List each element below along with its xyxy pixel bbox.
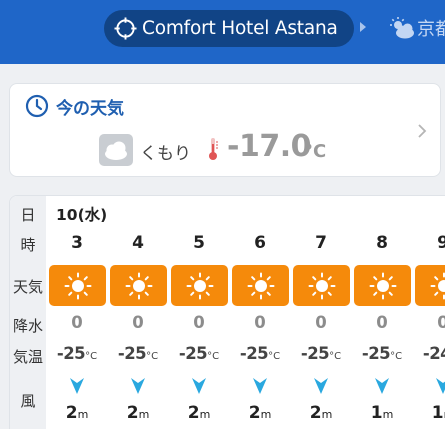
forecast-temp: -25°C <box>353 344 411 363</box>
wind-direction-arrow-icon <box>70 378 84 394</box>
row-label-precip: 降水 <box>12 317 43 335</box>
forecast-wind-unit: m <box>138 408 150 421</box>
current-condition: くもり <box>140 144 191 164</box>
forecast-hour: 4 <box>132 233 144 253</box>
forecast-hour: 3 <box>71 233 83 253</box>
location-selector[interactable]: Comfort Hotel Astana <box>104 10 354 47</box>
row-label-wind: 風 <box>20 392 36 410</box>
forecast-wind-unit: m <box>199 408 211 421</box>
forecast-temp-value: -25 <box>300 344 330 363</box>
forecast-hour: 7 <box>315 233 327 253</box>
forecast-precip: 0 <box>414 313 445 332</box>
row-label-date: 日 <box>20 206 36 224</box>
forecast-precip: 0 <box>71 313 83 332</box>
forecast-wind: 2m <box>231 403 289 423</box>
forecast-temp-value: -24 <box>422 344 445 363</box>
row-label-weather: 天気 <box>12 278 43 296</box>
forecast-wind-value: 2 <box>126 403 139 423</box>
forecast-hour: 9 <box>414 233 445 253</box>
forecast-date: 10(水) <box>56 206 108 224</box>
forecast-wind-value: 2 <box>309 403 322 423</box>
forecast-wind-value: 1 <box>370 403 383 423</box>
forecast-wind: 2m <box>292 403 350 423</box>
hourly-forecast-table[interactable]: 日 時 天気 降水 気温 風 10(水) 3 0 -25°C 2m 4 0 -25°C 2m 5… <box>9 195 445 429</box>
forecast-temp-value: -25 <box>56 344 86 363</box>
forecast-wind-unit: m <box>382 408 394 421</box>
wind-direction-arrow-icon <box>131 378 145 394</box>
forecast-wind-unit: m <box>321 408 333 421</box>
forecast-precip: 0 <box>193 313 205 332</box>
forecast-temp-value: -25 <box>117 344 147 363</box>
current-temperature: -17.0 <box>227 129 311 164</box>
forecast-temp-value: -25 <box>361 344 391 363</box>
forecast-temp-unit: °C <box>268 351 281 362</box>
forecast-wind: 2m <box>109 403 167 423</box>
forecast-temp-unit: °C <box>207 351 220 362</box>
forecast-temp-unit: °C <box>146 351 159 362</box>
forecast-temp-value: -25 <box>239 344 269 363</box>
sun-icon <box>415 265 445 306</box>
current-weather-card[interactable]: 今の天気 くもり -17.0 °C <box>9 83 441 177</box>
forecast-temp: -25°C <box>231 344 289 363</box>
forecast-temp-unit: °C <box>390 351 403 362</box>
clock-icon <box>25 94 49 118</box>
wind-direction-arrow-icon <box>253 378 267 394</box>
forecast-precip: 0 <box>376 313 388 332</box>
forecast-wind-unit: m <box>260 408 272 421</box>
forecast-temp-value: -25 <box>178 344 208 363</box>
wind-direction-arrow-icon <box>314 378 328 394</box>
forecast-hour: 8 <box>376 233 388 253</box>
forecast-temp: -25°C <box>48 344 106 363</box>
location-target-icon <box>114 17 137 40</box>
cloud-icon <box>99 134 133 166</box>
wind-direction-arrow-icon <box>375 378 389 394</box>
sun-icon <box>110 265 167 306</box>
header-bar: Comfort Hotel Astana 京都 <box>0 0 445 64</box>
weather-app: Comfort Hotel Astana 京都 今の天気 くもり -17.0 °… <box>0 0 445 429</box>
forecast-wind: 1m <box>353 403 411 423</box>
forecast-temp: -24°C <box>414 344 445 363</box>
next-location-name[interactable]: 京都 <box>417 15 445 41</box>
forecast-wind-value: 2 <box>65 403 78 423</box>
forecast-wind: 1m <box>414 403 445 423</box>
forecast-temp: -25°C <box>109 344 167 363</box>
current-weather-title: 今の天気 <box>56 99 124 119</box>
sun-icon <box>354 265 411 306</box>
sun-icon <box>49 265 106 306</box>
row-label-temp: 気温 <box>12 348 43 366</box>
forecast-hour: 5 <box>193 233 205 253</box>
forecast-temp: -25°C <box>292 344 350 363</box>
forecast-wind: 2m <box>170 403 228 423</box>
forecast-precip: 0 <box>254 313 266 332</box>
forecast-temp: -25°C <box>170 344 228 363</box>
wind-direction-arrow-icon <box>192 378 206 394</box>
row-label-hour: 時 <box>20 236 36 254</box>
forecast-temp-unit: °C <box>329 351 342 362</box>
sun-icon <box>171 265 228 306</box>
wind-direction-arrow-icon <box>436 378 445 394</box>
forecast-wind-value: 2 <box>248 403 261 423</box>
thermometer-icon <box>209 138 218 160</box>
next-location-arrow-icon[interactable] <box>360 22 366 32</box>
current-temperature-unit: °C <box>304 141 327 162</box>
forecast-wind-value: 2 <box>187 403 200 423</box>
forecast-precip: 0 <box>132 313 144 332</box>
sun-icon <box>232 265 289 306</box>
location-name: Comfort Hotel Astana <box>142 18 338 39</box>
forecast-precip: 0 <box>315 313 327 332</box>
forecast-wind-value: 1 <box>431 403 444 423</box>
forecast-wind: 2m <box>48 403 106 423</box>
forecast-hour: 6 <box>254 233 266 253</box>
sun-icon <box>293 265 350 306</box>
forecast-temp-unit: °C <box>85 351 98 362</box>
partly-cloudy-icon <box>390 17 414 39</box>
forecast-wind-unit: m <box>77 408 89 421</box>
chevron-right-icon <box>418 124 427 138</box>
